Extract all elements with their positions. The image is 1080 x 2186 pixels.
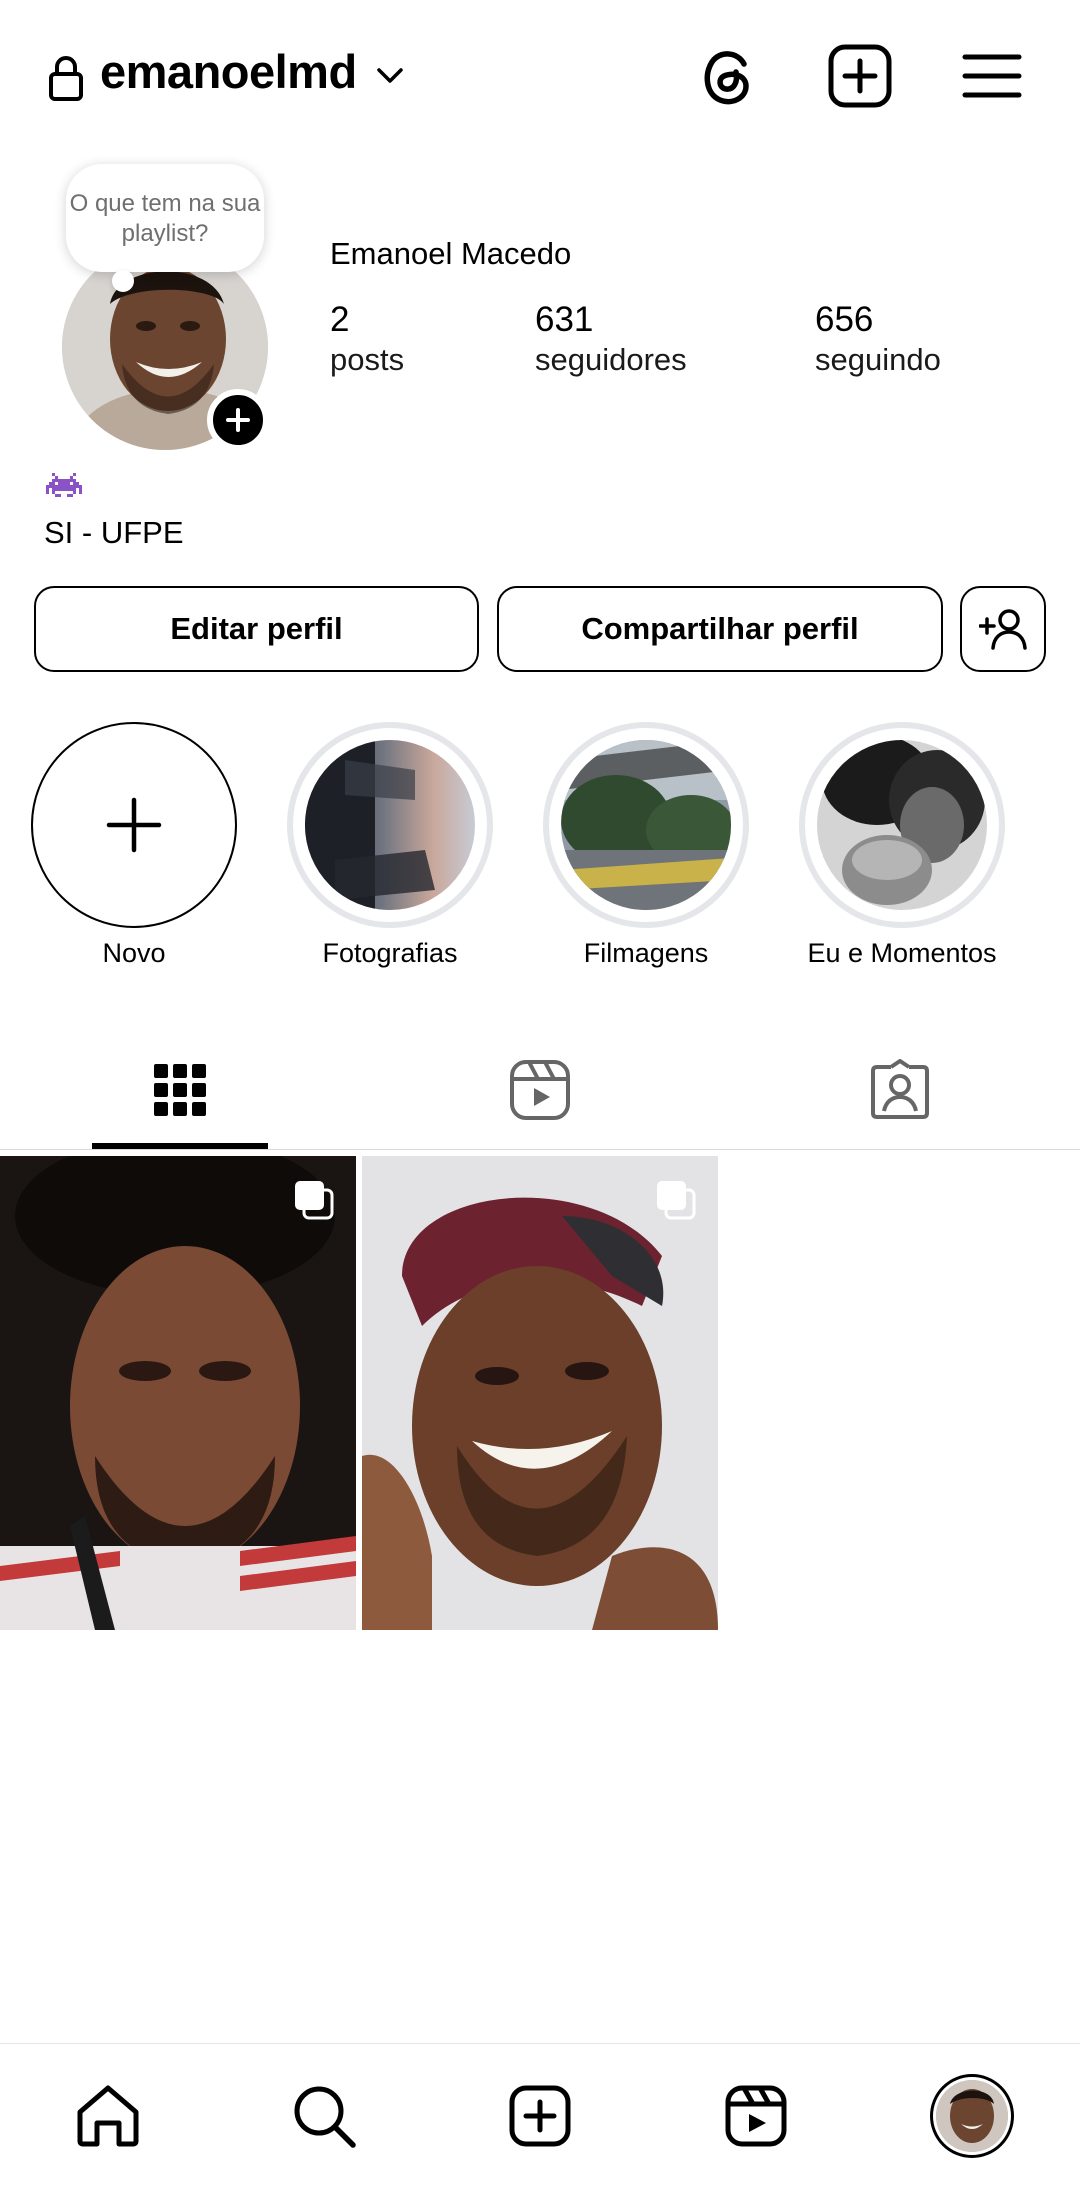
nav-reels[interactable]	[648, 2044, 864, 2186]
highlight-cover-image	[561, 740, 731, 910]
create-icon	[509, 2085, 571, 2146]
post-thumbnail[interactable]	[362, 1156, 718, 1630]
followers-count[interactable]: 631 seguidores	[535, 300, 687, 380]
highlight-label: Fotografias	[322, 938, 458, 968]
chevron-down-icon[interactable]	[372, 58, 408, 94]
username-switcher[interactable]: emanoelmd	[100, 44, 357, 99]
note-bubble[interactable]: O que tem na sua playlist?	[66, 164, 264, 272]
share-profile-button[interactable]: Compartilhar perfil	[497, 586, 943, 672]
multiple-photos-icon	[295, 1181, 334, 1220]
tab-posts-grid[interactable]	[0, 1030, 360, 1150]
note-text: O que tem na sua playlist?	[69, 190, 261, 247]
stat-value: 631	[535, 300, 594, 339]
tab-reels[interactable]	[360, 1030, 720, 1150]
highlight-cover-image	[305, 740, 475, 910]
stat-value: 2	[330, 300, 350, 339]
nav-home[interactable]	[0, 2044, 216, 2186]
highlight-new[interactable]: Novo	[29, 722, 239, 969]
stat-label: seguidores	[535, 342, 687, 377]
nav-profile[interactable]	[864, 2044, 1080, 2186]
threads-icon[interactable]	[694, 42, 762, 110]
reels-icon	[725, 2085, 787, 2146]
post-image	[0, 1156, 356, 1630]
nav-search[interactable]	[216, 2044, 432, 2186]
lock-icon	[49, 56, 83, 101]
highlight-label: Novo	[102, 938, 166, 968]
highlight-new-circle	[31, 722, 237, 928]
grid-icon	[154, 1064, 206, 1116]
highlight-eu-e-momentos[interactable]: Eu e Momentos	[797, 722, 1007, 969]
discover-people-button[interactable]	[960, 586, 1046, 672]
tab-tagged[interactable]	[720, 1030, 1080, 1150]
profile-photo	[936, 2079, 1008, 2152]
bio-text: SI - UFPE	[44, 515, 184, 550]
edit-profile-button[interactable]: Editar perfil	[34, 586, 479, 672]
posts-count[interactable]: 2 posts	[330, 300, 404, 380]
menu-icon[interactable]	[958, 42, 1026, 110]
profile-avatar[interactable]	[62, 244, 269, 451]
full-name: Emanoel Macedo	[330, 236, 572, 271]
add-person-icon	[979, 609, 1027, 650]
multiple-photos-icon	[657, 1181, 696, 1220]
highlight-label: Eu e Momentos	[807, 938, 997, 968]
profile-tabs	[0, 1030, 1080, 1150]
home-icon	[77, 2085, 139, 2146]
post-image	[362, 1156, 718, 1630]
bottom-navigation	[0, 2043, 1080, 2186]
alien-monster-emoji	[46, 473, 82, 497]
highlight-fotografias[interactable]: Fotografias	[285, 722, 495, 969]
following-count[interactable]: 656 seguindo	[815, 300, 941, 380]
search-icon	[294, 2086, 356, 2148]
create-post-icon[interactable]	[826, 42, 894, 110]
note-bubble-tail	[112, 270, 134, 292]
stat-label: seguindo	[815, 342, 941, 377]
tagged-icon	[871, 1059, 929, 1119]
profile-avatar	[930, 2073, 1014, 2158]
post-thumbnail[interactable]	[0, 1156, 356, 1630]
reels-icon	[510, 1060, 570, 1120]
highlight-filmagens[interactable]: Filmagens	[541, 722, 751, 969]
plus-icon	[106, 797, 162, 853]
top-bar: emanoelmd	[0, 0, 1080, 150]
plus-icon	[226, 408, 250, 432]
active-tab-indicator	[92, 1143, 268, 1149]
stat-label: posts	[330, 342, 405, 377]
nav-create[interactable]	[432, 2044, 648, 2186]
highlight-cover-image	[817, 740, 987, 910]
highlight-label: Filmagens	[583, 938, 709, 968]
add-story-button[interactable]	[207, 389, 269, 451]
stat-value: 656	[815, 300, 874, 339]
